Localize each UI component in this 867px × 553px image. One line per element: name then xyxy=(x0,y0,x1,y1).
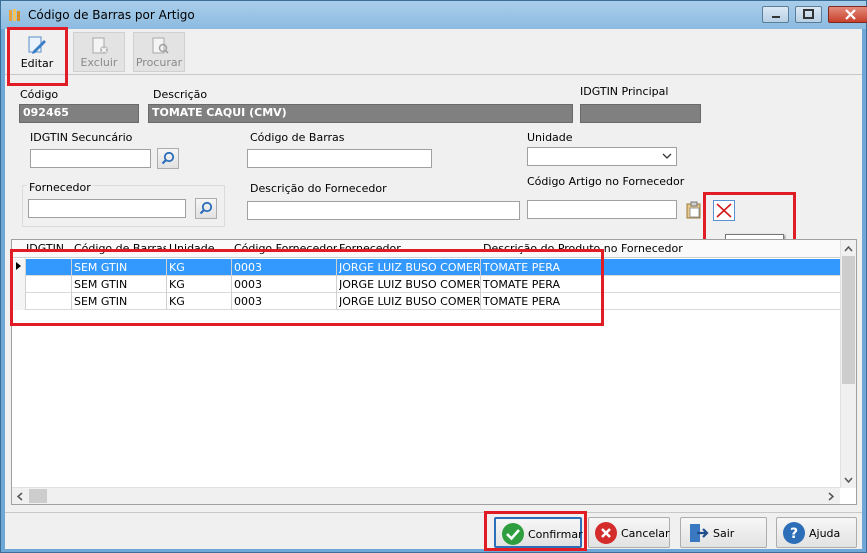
search-icon xyxy=(161,151,175,165)
descricao-label: Descrição xyxy=(153,88,208,101)
idgtin-search-button[interactable] xyxy=(157,148,179,169)
clipboard-button[interactable] xyxy=(684,200,704,220)
horizontal-scrollbar[interactable] xyxy=(12,487,840,504)
minimize-icon xyxy=(772,16,780,18)
codigo-label: Código xyxy=(20,88,59,101)
search-document-icon xyxy=(152,37,169,54)
svg-text:?: ? xyxy=(790,526,798,542)
highlight-grid-rows xyxy=(10,249,604,326)
idgtin-secundario-label: IDGTIN Secuncário xyxy=(30,131,133,144)
descricao-fornecedor-label: Descrição do Fornecedor xyxy=(250,182,387,195)
excluir-button[interactable]: Excluir xyxy=(73,32,125,72)
scroll-left-icon xyxy=(16,492,23,501)
delete-document-icon xyxy=(92,37,108,54)
exit-door-icon xyxy=(687,522,709,544)
search-icon xyxy=(199,201,213,215)
maximize-button[interactable] xyxy=(795,6,822,23)
app-window: Código de Barras por Artigo Editar Exclu… xyxy=(0,0,867,553)
fornecedor-search-button[interactable] xyxy=(195,198,217,219)
sair-button[interactable]: Sair xyxy=(680,517,767,548)
codigo-artigo-fornecedor-input[interactable] xyxy=(527,200,677,219)
codigo-field: 092465 xyxy=(19,104,139,123)
toolbar: Editar Excluir Procurar xyxy=(5,27,862,86)
close-button[interactable] xyxy=(828,6,867,23)
codigo-artigo-fornecedor-label: Código Artigo no Fornecedor xyxy=(527,175,685,188)
help-icon: ? xyxy=(783,522,805,544)
clipboard-icon xyxy=(686,201,701,219)
ajuda-label: Ajuda xyxy=(809,527,841,540)
cancelar-button[interactable]: Cancelar xyxy=(588,517,670,548)
footer-bar: Confirmar Cancelar Sair ? Ajuda xyxy=(5,511,862,551)
idgtin-principal-label: IDGTIN Principal xyxy=(580,85,669,98)
unidade-select[interactable] xyxy=(527,147,677,166)
minimize-button[interactable] xyxy=(762,6,789,23)
fornecedor-label: Fornecedor xyxy=(27,181,93,194)
maximize-icon xyxy=(803,9,814,19)
procurar-button[interactable]: Procurar xyxy=(133,32,185,72)
descricao-fornecedor-input[interactable] xyxy=(247,201,520,220)
unidade-label: Unidade xyxy=(527,131,573,144)
cancelar-label: Cancelar xyxy=(621,527,670,540)
codigo-barras-input[interactable] xyxy=(247,149,432,168)
horizontal-scroll-thumb[interactable] xyxy=(29,489,47,503)
chevron-down-icon xyxy=(662,153,672,159)
ajuda-button[interactable]: ? Ajuda xyxy=(776,517,857,548)
highlight-editar xyxy=(7,27,68,86)
cancel-icon xyxy=(595,522,617,544)
highlight-confirmar xyxy=(484,511,587,551)
idgtin-principal-field xyxy=(580,104,701,123)
descricao-field: TOMATE CAQUI (CMV) xyxy=(148,104,573,123)
app-icon xyxy=(9,9,20,21)
window-title: Código de Barras por Artigo xyxy=(28,8,195,22)
procurar-label: Procurar xyxy=(135,56,183,69)
vertical-scrollbar[interactable] xyxy=(840,240,856,488)
title-bar: Código de Barras por Artigo xyxy=(1,1,867,29)
codigo-barras-label: Código de Barras xyxy=(250,131,345,144)
fornecedor-input[interactable] xyxy=(28,199,186,218)
scroll-down-icon xyxy=(844,477,853,484)
close-icon xyxy=(845,9,856,20)
idgtin-secundario-input[interactable] xyxy=(30,149,151,168)
client-area: Editar Excluir Procurar Código 092465 De… xyxy=(5,27,862,551)
excluir-label: Excluir xyxy=(80,56,118,69)
scroll-up-icon xyxy=(844,245,853,252)
vertical-scroll-thumb[interactable] xyxy=(842,256,855,384)
scroll-right-icon xyxy=(828,492,835,501)
sair-label: Sair xyxy=(713,527,735,540)
